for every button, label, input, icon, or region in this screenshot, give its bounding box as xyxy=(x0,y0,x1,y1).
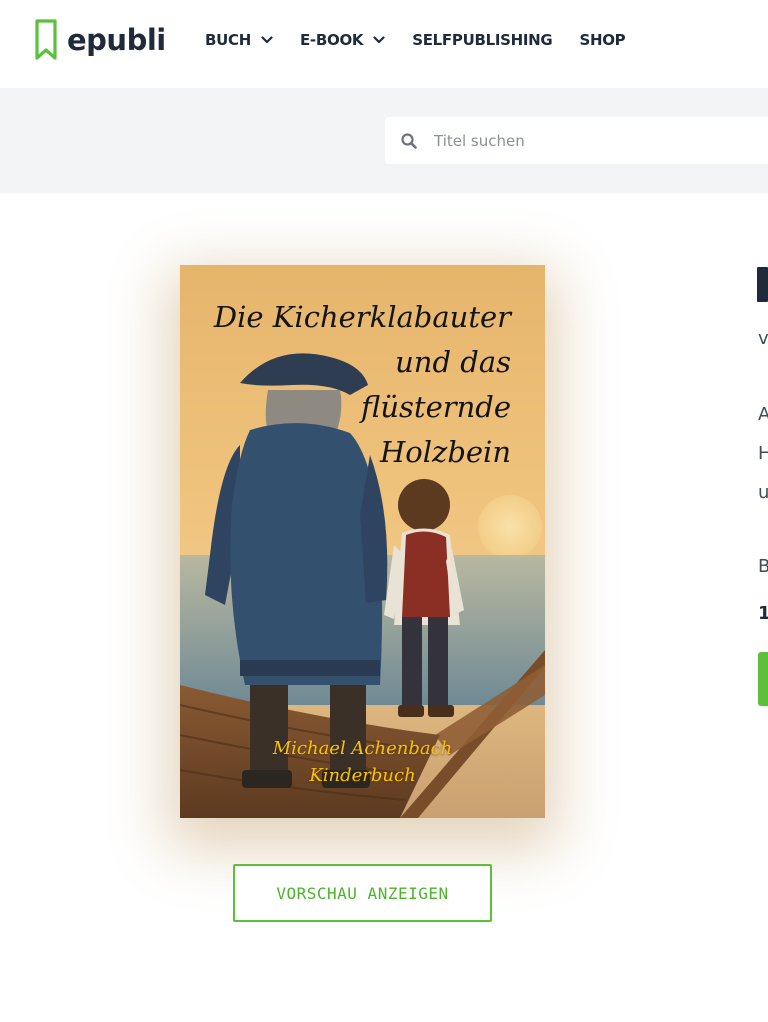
description-fragment: H xyxy=(758,443,768,464)
search-input[interactable] xyxy=(432,124,766,157)
preview-button[interactable]: VORSCHAU ANZEIGEN xyxy=(233,864,492,922)
cover-title-line: Die Kicherklabauter xyxy=(213,300,511,334)
nav-item-ebook[interactable]: E-BOOK xyxy=(300,31,385,49)
chevron-down-icon xyxy=(261,36,273,44)
cover-author-line: Michael Achenbach xyxy=(272,738,453,759)
nav-item-shop[interactable]: SHOP xyxy=(579,31,625,49)
nav-item-selfpublishing[interactable]: SELFPUBLISHING xyxy=(412,31,553,49)
cover-title-line: Holzbein xyxy=(380,435,511,469)
bookmark-logo-icon xyxy=(35,19,57,60)
book-title-fragment xyxy=(757,267,768,302)
nav-item-label: E-BOOK xyxy=(299,31,364,49)
price-fragment: 1 xyxy=(758,603,768,624)
cover-title-line: und das xyxy=(395,345,511,379)
site-header: epubli BUCH E-BOOK SELFPUBLISHING SHOP xyxy=(0,0,768,88)
cover-author-line: Kinderbuch xyxy=(309,765,416,786)
chevron-down-icon xyxy=(373,36,385,44)
nav-item-buch[interactable]: BUCH xyxy=(205,31,273,49)
page: epubli BUCH E-BOOK SELFPUBLISHING SHOP T… xyxy=(0,0,768,1022)
search-box[interactable] xyxy=(385,117,768,164)
logo-text: epubli xyxy=(67,23,166,57)
nav-item-label: SELFPUBLISHING xyxy=(412,31,553,49)
description-fragment: u xyxy=(758,482,768,503)
nav-item-label: SHOP xyxy=(579,31,626,49)
cover-title-line: flüsternde xyxy=(361,390,511,424)
epubli-logo[interactable]: epubli xyxy=(34,18,166,62)
format-fragment: B xyxy=(758,556,768,577)
book-cover[interactable]: Die Kicherklabauter und das flüsternde H… xyxy=(180,265,545,818)
cover-title: Die Kicherklabauter und das flüsternde H… xyxy=(201,295,511,475)
search-icon xyxy=(401,132,417,149)
buy-button-fragment[interactable] xyxy=(758,652,768,706)
byline-fragment: v xyxy=(758,328,768,349)
description-fragment: A xyxy=(758,404,768,425)
nav-item-label: BUCH xyxy=(205,31,251,49)
main-nav: BUCH E-BOOK SELFPUBLISHING SHOP xyxy=(205,28,652,52)
cover-author: Michael Achenbach Kinderbuch xyxy=(180,735,545,789)
